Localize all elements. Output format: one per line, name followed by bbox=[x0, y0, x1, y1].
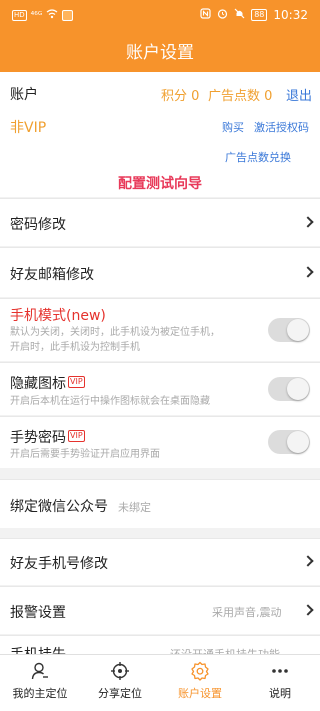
notification-app-icon bbox=[62, 10, 74, 21]
battery-icon: 88 bbox=[251, 9, 268, 21]
ad-points-exchange-link[interactable]: 广告点数兑换 bbox=[225, 149, 291, 165]
vip-badge: VIP bbox=[68, 430, 85, 442]
page-title: 账户设置 bbox=[0, 34, 320, 72]
password-change-label: 密码修改 bbox=[10, 217, 66, 233]
phone-lost-label: 手机挂失 bbox=[10, 644, 66, 654]
phone-lost-status: 还没开通手机挂失功能 bbox=[170, 646, 280, 654]
password-change-row[interactable]: 密码修改 bbox=[0, 198, 320, 246]
gear-icon bbox=[191, 661, 209, 681]
points-count: 积分 0 bbox=[161, 89, 200, 104]
tab-label: 说明 bbox=[269, 687, 291, 700]
phone-mode-desc-1: 默认为关闭，关闭时，此手机设为被定位手机， bbox=[10, 327, 220, 338]
alarm-settings-value: 采用声音,震动 bbox=[212, 606, 282, 619]
alarm-clock-icon bbox=[217, 8, 228, 22]
chevron-right-icon bbox=[302, 555, 314, 567]
clock-time: 10:32 bbox=[273, 8, 308, 22]
gesture-password-label-text: 手势密码 bbox=[10, 430, 66, 446]
friend-email-row[interactable]: 好友邮箱修改 bbox=[0, 247, 320, 297]
gesture-password-toggle[interactable] bbox=[268, 430, 310, 454]
phone-mode-label: 手机模式(new) bbox=[10, 308, 106, 324]
tab-account-settings[interactable]: 账户设置 bbox=[160, 655, 240, 711]
friend-phone-label: 好友手机号修改 bbox=[10, 556, 108, 572]
friend-phone-row[interactable]: 好友手机号修改 bbox=[0, 538, 320, 585]
toggle-knob bbox=[287, 319, 309, 341]
phone-mode-toggle[interactable] bbox=[268, 318, 310, 342]
tab-my-location[interactable]: 我的主定位 bbox=[0, 655, 80, 711]
tab-label: 账户设置 bbox=[178, 687, 222, 700]
buy-link[interactable]: 购买 bbox=[222, 119, 244, 135]
gesture-password-desc: 开启后需要手势验证开启应用界面 bbox=[10, 449, 160, 460]
tab-label: 分享定位 bbox=[98, 687, 142, 700]
activate-code-link[interactable]: 激活授权码 bbox=[254, 119, 309, 135]
chevron-right-icon bbox=[302, 216, 314, 228]
status-bar: HD ⁴⁶ᴳ 88 10:32 bbox=[0, 0, 320, 34]
hide-icon-desc: 开启后本机在运行中操作图标就会在桌面隐藏 bbox=[10, 396, 210, 407]
hd-icon: HD bbox=[12, 10, 27, 21]
vip-badge: VIP bbox=[68, 376, 85, 388]
account-label: 账户 bbox=[10, 87, 38, 103]
wechat-binding-label: 绑定微信公众号 bbox=[10, 499, 108, 515]
tab-label: 我的主定位 bbox=[12, 687, 68, 700]
gesture-password-row: 手势密码 VIP 开启后需要手势验证开启应用界面 bbox=[0, 416, 320, 468]
phone-lost-row[interactable]: 手机挂失 还没开通手机挂失功能 bbox=[0, 635, 320, 654]
hide-icon-row: 隐藏图标 VIP 开启后本机在运行中操作图标就会在桌面隐藏 bbox=[0, 362, 320, 415]
tab-help[interactable]: 说明 bbox=[240, 655, 320, 711]
wifi-icon bbox=[46, 9, 58, 22]
config-test-wizard-link[interactable]: 配置测试向导 bbox=[0, 173, 320, 193]
mute-bell-icon bbox=[234, 8, 245, 22]
vip-status: 非VIP bbox=[10, 120, 47, 136]
account-section: 账户 积分 0 广告点数 0 退出 非VIP 购买 激活授权码 广告点数兑换 配… bbox=[0, 72, 320, 197]
friend-email-label: 好友邮箱修改 bbox=[10, 267, 94, 283]
chevron-right-icon bbox=[302, 604, 314, 616]
tab-share-location[interactable]: 分享定位 bbox=[80, 655, 160, 711]
crosshair-icon bbox=[111, 662, 129, 680]
logout-link[interactable]: 退出 bbox=[286, 85, 312, 104]
ad-points-count: 广告点数 0 bbox=[208, 89, 273, 104]
wechat-binding-status: 未绑定 bbox=[118, 501, 151, 514]
wechat-binding-row[interactable]: 绑定微信公众号 未绑定 bbox=[0, 479, 320, 528]
toggle-knob bbox=[287, 431, 309, 453]
chevron-right-icon bbox=[302, 266, 314, 278]
hide-icon-label: 隐藏图标 VIP bbox=[10, 373, 85, 393]
signal-icon: ⁴⁶ᴳ bbox=[30, 10, 43, 21]
more-dots-icon bbox=[272, 669, 288, 673]
alarm-settings-row[interactable]: 报警设置 采用声音,震动 bbox=[0, 586, 320, 634]
person-icon bbox=[31, 662, 48, 680]
alarm-settings-label: 报警设置 bbox=[10, 605, 66, 621]
nfc-icon bbox=[200, 8, 211, 22]
hide-icon-toggle[interactable] bbox=[268, 377, 310, 401]
gesture-password-label: 手势密码 VIP bbox=[10, 427, 85, 447]
phone-mode-desc-2: 开启时，此手机设为控制手机 bbox=[10, 342, 140, 353]
phone-mode-row: 手机模式(new) 默认为关闭，关闭时，此手机设为被定位手机， 开启时，此手机设… bbox=[0, 298, 320, 361]
toggle-knob bbox=[287, 378, 309, 400]
bottom-tab-bar: 我的主定位 分享定位 账户设置 说明 bbox=[0, 654, 320, 711]
hide-icon-label-text: 隐藏图标 bbox=[10, 376, 66, 392]
